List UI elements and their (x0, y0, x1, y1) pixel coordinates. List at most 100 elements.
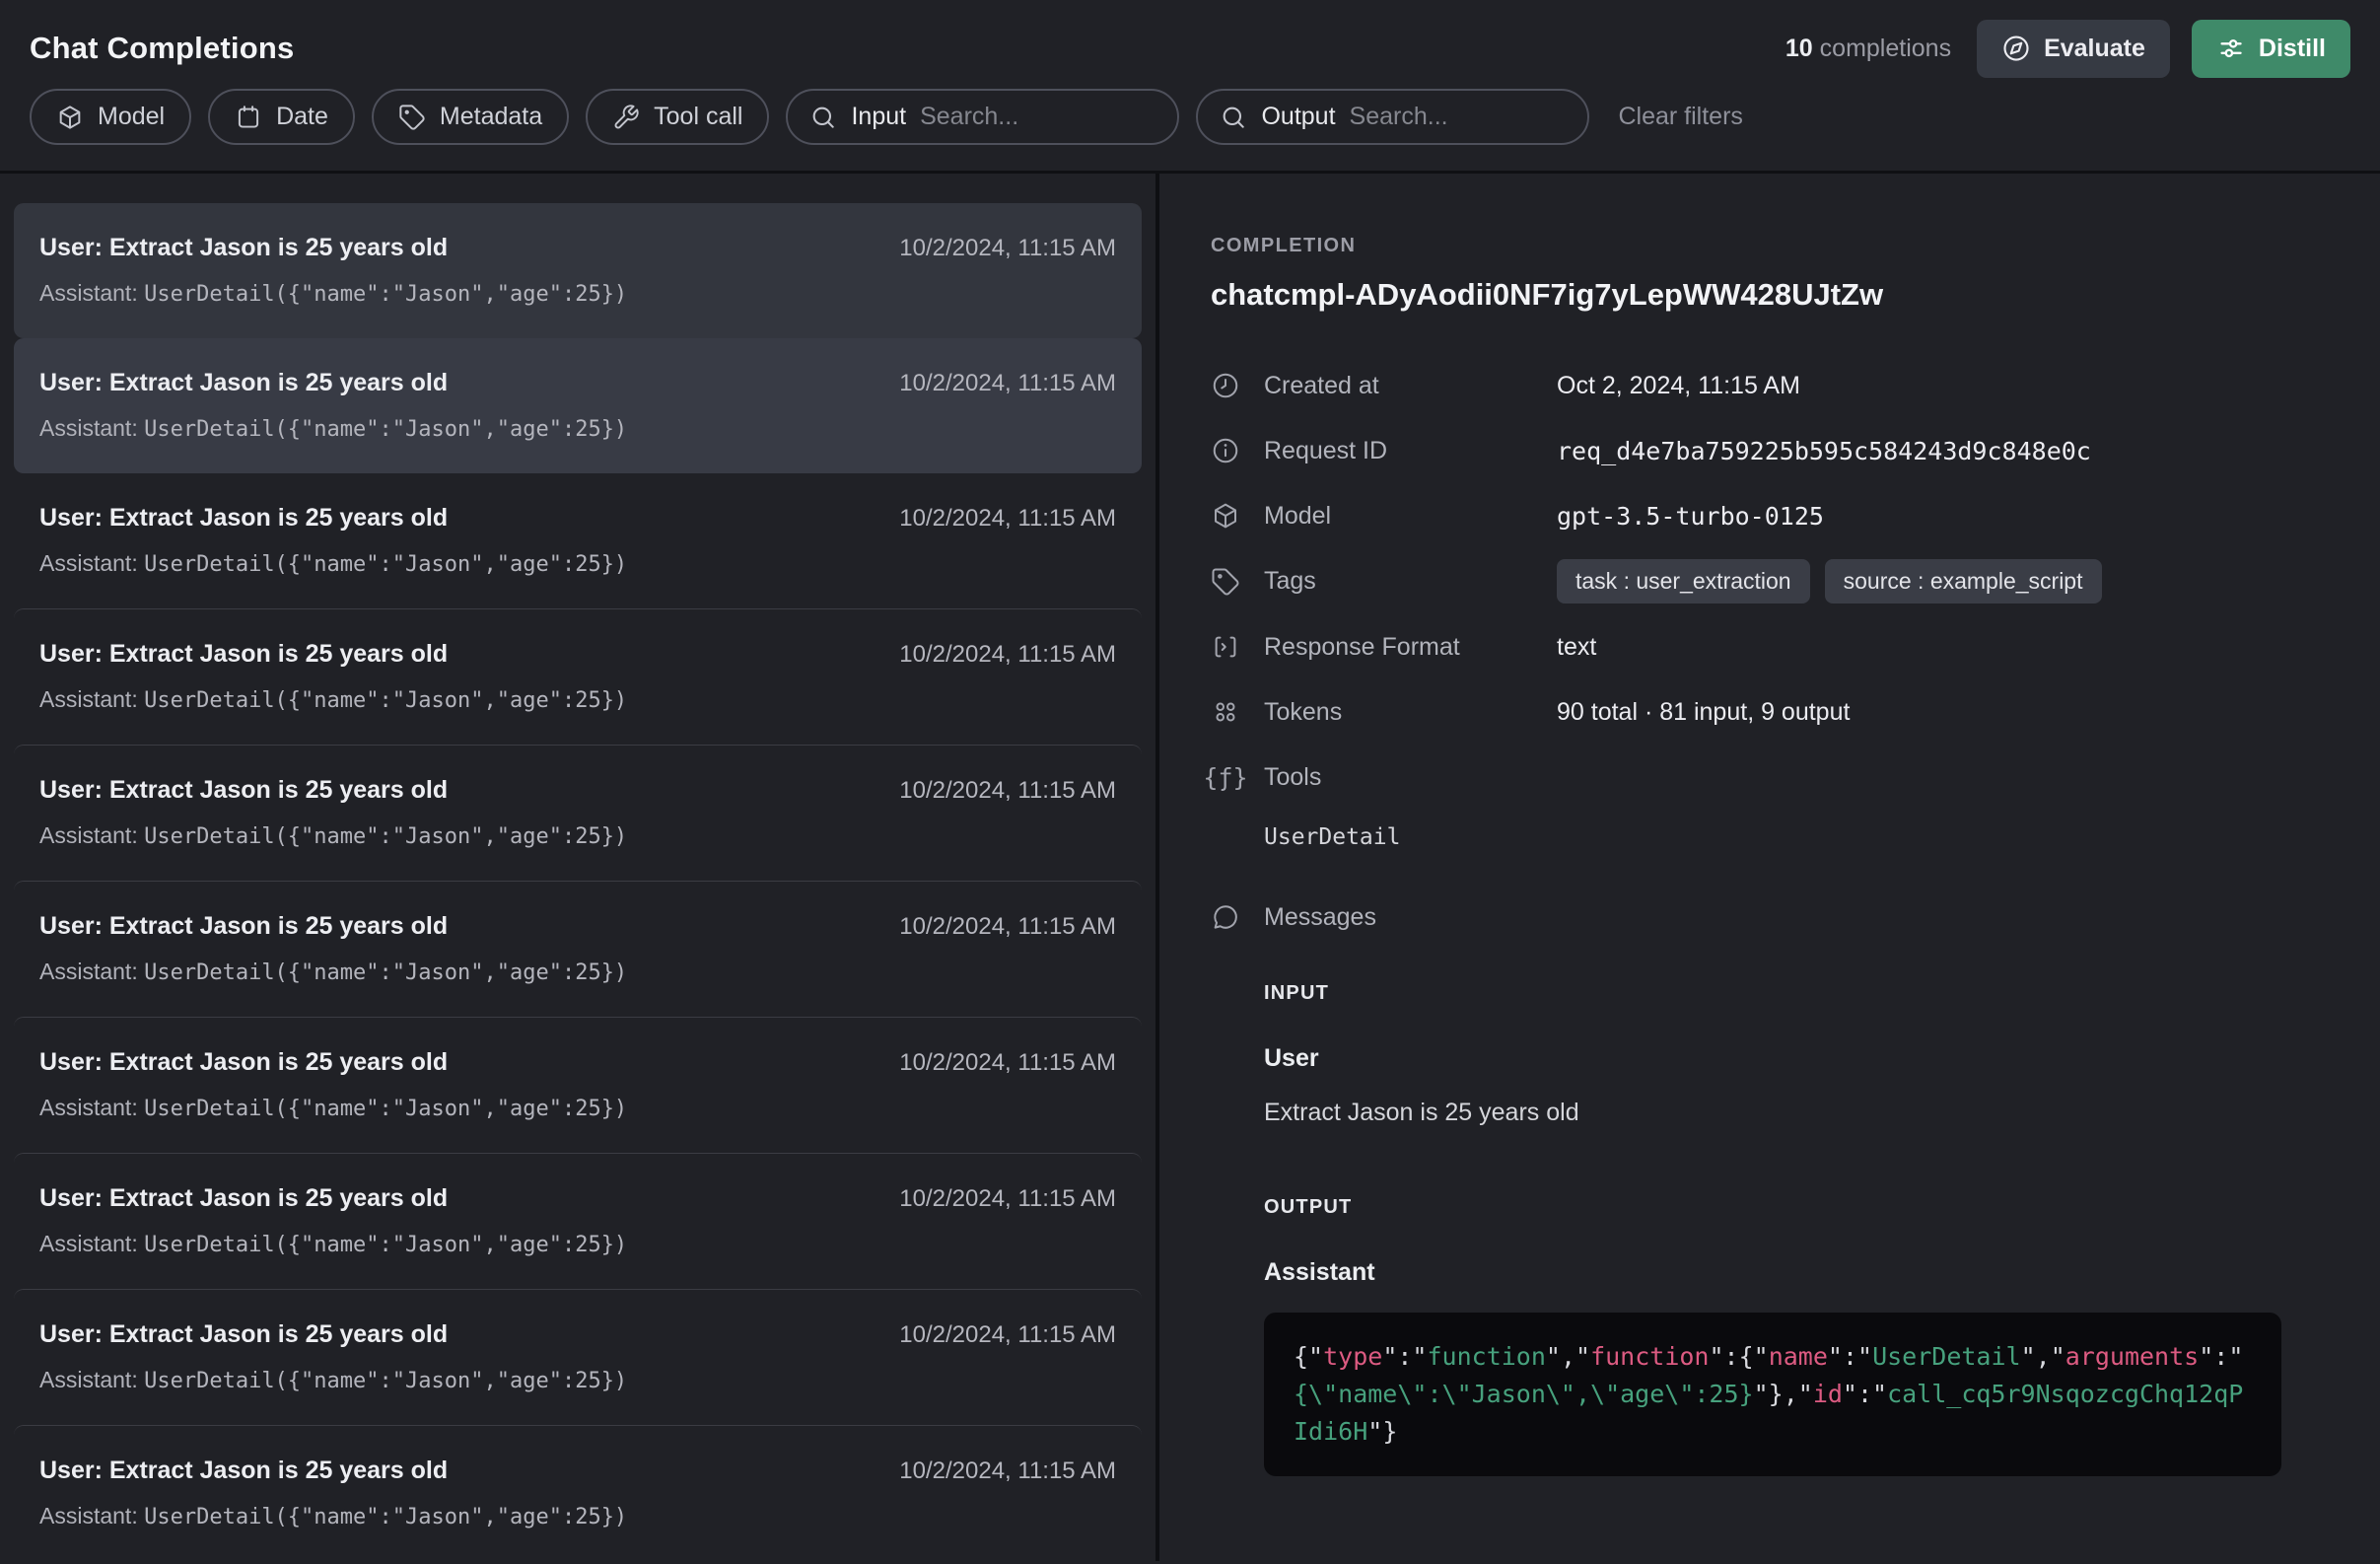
list-item-timestamp: 10/2/2024, 11:15 AM (899, 912, 1116, 942)
response-format-value: text (1557, 633, 1596, 662)
filter-date[interactable]: Date (208, 89, 355, 145)
response-format-icon (1211, 632, 1240, 662)
completions-count-label: completions (1820, 35, 1951, 62)
meta-row-response-format: Response Format text (1211, 625, 2350, 669)
list-item-timestamp: 10/2/2024, 11:15 AM (899, 1320, 1116, 1350)
output-search-filter[interactable]: Output (1196, 89, 1589, 145)
tag-chips: task : user_extractionsource : example_s… (1557, 559, 2102, 604)
output-heading: OUTPUT (1264, 1196, 2350, 1219)
list-item-timestamp: 10/2/2024, 11:15 AM (899, 640, 1116, 670)
list-item-timestamp: 10/2/2024, 11:15 AM (899, 1184, 1116, 1214)
completion-list-item[interactable]: User: Extract Jason is 25 years old 10/2/… (14, 1289, 1142, 1425)
input-heading: INPUT (1264, 982, 2350, 1005)
filter-tool-call[interactable]: Tool call (586, 89, 769, 145)
meta-row-model: Model gpt-3.5-turbo-0125 (1211, 494, 2350, 537)
page-title: Chat Completions (30, 31, 294, 66)
meta-label: Tokens (1264, 698, 1557, 727)
chat-bubble-icon (1211, 902, 1240, 932)
completion-id: chatcmpl-ADyAodii0NF7ig7yLepWW428UJtZw (1211, 277, 2350, 313)
cube-icon (56, 104, 84, 131)
assistant-output-code: {"type":"function","function":{"name":"U… (1264, 1313, 2281, 1476)
completions-count: 10 completions (1785, 35, 1951, 63)
completion-list-item[interactable]: User: Extract Jason is 25 years old 10/2/… (14, 608, 1142, 745)
list-item-assistant-text: Assistant: UserDetail({"name":"Jason","a… (39, 958, 1116, 987)
meta-row-created-at: Created at Oct 2, 2024, 11:15 AM (1211, 364, 2350, 407)
input-search-input[interactable] (920, 103, 1155, 131)
list-item-timestamp: 10/2/2024, 11:15 AM (899, 369, 1116, 398)
list-item-timestamp: 10/2/2024, 11:15 AM (899, 1457, 1116, 1486)
meta-label: Tools (1264, 763, 1557, 792)
wrench-icon (612, 104, 640, 131)
model-value: gpt-3.5-turbo-0125 (1557, 502, 1824, 531)
tool-name: UserDetail (1264, 824, 2350, 850)
distill-button[interactable]: Distill (2192, 20, 2350, 78)
meta-label: Created at (1264, 372, 1557, 400)
search-icon (1220, 104, 1247, 131)
created-at-value: Oct 2, 2024, 11:15 AM (1557, 372, 1800, 400)
input-search-label: Input (851, 103, 906, 131)
filter-model-label: Model (98, 103, 165, 131)
completion-list-item[interactable]: User: Extract Jason is 25 years old 10/2/… (14, 1153, 1142, 1289)
completion-list-item[interactable]: User: Extract Jason is 25 years old 10/2/… (14, 1425, 1142, 1561)
tokens-grid-icon (1211, 697, 1240, 727)
list-item-user-text: User: Extract Jason is 25 years old (39, 233, 448, 262)
list-item-assistant-text: Assistant: UserDetail({"name":"Jason","a… (39, 1502, 1116, 1531)
input-search-filter[interactable]: Input (786, 89, 1179, 145)
completion-list-item[interactable]: User: Extract Jason is 25 years old10/2/… (14, 203, 1142, 338)
request-id-value: req_d4e7ba759225b595c584243d9c848e0c (1557, 437, 2091, 465)
cube-icon (1211, 501, 1240, 531)
tag-icon (398, 104, 426, 131)
meta-row-tokens: Tokens 90 total · 81 input, 9 output (1211, 690, 2350, 734)
list-item-user-text: User: Extract Jason is 25 years old (39, 1456, 448, 1485)
list-item-user-text: User: Extract Jason is 25 years old (39, 368, 448, 397)
completion-list: User: Extract Jason is 25 years old 10/2/… (0, 174, 1155, 1561)
completion-list-item[interactable]: User: Extract Jason is 25 years old 10/2/… (14, 745, 1142, 881)
compass-icon (2001, 34, 2031, 63)
meta-row-tags: Tags task : user_extractionsource : exam… (1211, 559, 2350, 604)
braces-function-icon: {ƒ} (1211, 762, 1240, 792)
messages-section-header: Messages (1211, 895, 2350, 939)
tag-chip: task : user_extraction (1557, 559, 1810, 604)
completion-list-item[interactable]: User: Extract Jason is 25 years old 10/2/… (14, 338, 1142, 473)
info-icon (1211, 436, 1240, 465)
filter-metadata[interactable]: Metadata (372, 89, 569, 145)
output-search-input[interactable] (1350, 103, 1567, 131)
tools-list: UserDetail (1211, 824, 2350, 850)
filter-bar: Model Date Metadata Tool call (30, 89, 2350, 145)
list-item-user-text: User: Extract Jason is 25 years old (39, 1319, 448, 1349)
completion-detail: COMPLETION chatcmpl-ADyAodii0NF7ig7yLepW… (1159, 174, 2380, 1561)
list-item-user-text: User: Extract Jason is 25 years old (39, 503, 448, 533)
list-item-user-text: User: Extract Jason is 25 years old (39, 775, 448, 805)
meta-label: Model (1264, 502, 1557, 531)
detail-eyebrow: COMPLETION (1211, 235, 2350, 257)
filter-model[interactable]: Model (30, 89, 191, 145)
filter-metadata-label: Metadata (440, 103, 542, 131)
list-item-assistant-text: Assistant: UserDetail({"name":"Jason","a… (39, 279, 1116, 309)
list-item-assistant-text: Assistant: UserDetail({"name":"Jason","a… (39, 1230, 1116, 1259)
messages-label: Messages (1264, 903, 1557, 932)
meta-label: Response Format (1264, 633, 1557, 662)
distill-button-label: Distill (2259, 35, 2326, 63)
list-item-assistant-text: Assistant: UserDetail({"name":"Jason","a… (39, 821, 1116, 851)
meta-row-request-id: Request ID req_d4e7ba759225b595c584243d9… (1211, 429, 2350, 472)
input-message-text: Extract Jason is 25 years old (1264, 1099, 2350, 1127)
evaluate-button-label: Evaluate (2044, 35, 2145, 63)
list-item-timestamp: 10/2/2024, 11:15 AM (899, 776, 1116, 806)
output-role: Assistant (1264, 1258, 2350, 1287)
clear-filters-button[interactable]: Clear filters (1618, 103, 1742, 131)
output-search-label: Output (1261, 103, 1335, 131)
list-item-user-text: User: Extract Jason is 25 years old (39, 639, 448, 669)
list-item-assistant-text: Assistant: UserDetail({"name":"Jason","a… (39, 549, 1116, 579)
list-item-assistant-text: Assistant: UserDetail({"name":"Jason","a… (39, 685, 1116, 715)
meta-label: Request ID (1264, 437, 1557, 465)
list-item-user-text: User: Extract Jason is 25 years old (39, 1183, 448, 1213)
completion-list-item[interactable]: User: Extract Jason is 25 years old10/2/… (14, 473, 1142, 608)
input-role: User (1264, 1044, 2350, 1073)
completion-list-item[interactable]: User: Extract Jason is 25 years old10/2/… (14, 1017, 1142, 1153)
evaluate-button[interactable]: Evaluate (1977, 20, 2170, 78)
list-item-assistant-text: Assistant: UserDetail({"name":"Jason","a… (39, 1094, 1116, 1123)
completions-count-number: 10 (1785, 35, 1813, 62)
completion-list-item[interactable]: User: Extract Jason is 25 years old10/2/… (14, 881, 1142, 1017)
tokens-value: 90 total · 81 input, 9 output (1557, 698, 1850, 727)
list-item-assistant-text: Assistant: UserDetail({"name":"Jason","a… (39, 414, 1116, 444)
